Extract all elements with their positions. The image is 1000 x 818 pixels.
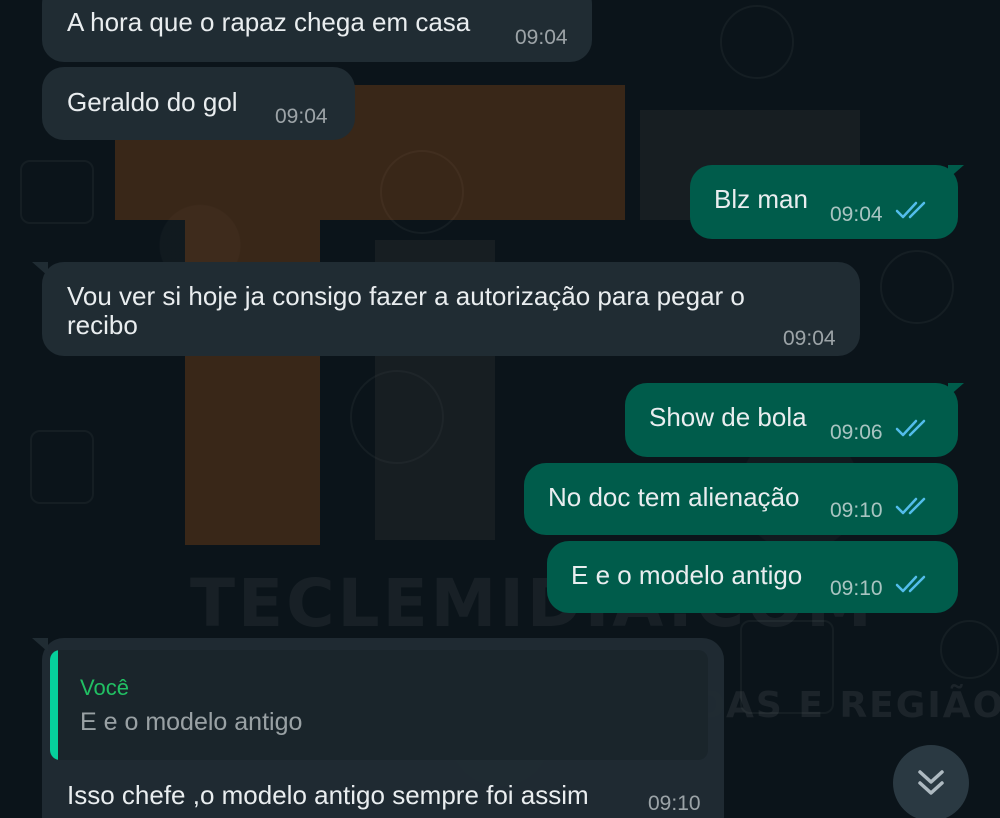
bubble-tail — [32, 262, 48, 276]
scroll-to-bottom-button[interactable] — [893, 745, 969, 818]
doodle — [880, 250, 954, 324]
message-time: 09:06 — [830, 421, 883, 444]
quote-bar — [50, 650, 58, 760]
message-time: 09:10 — [830, 499, 883, 522]
message-time: 09:04 — [830, 203, 883, 226]
message-time: 09:04 — [783, 327, 836, 350]
incoming-message[interactable]: Geraldo do gol 09:04 — [42, 67, 355, 140]
message-text-line-2: recibo — [67, 310, 138, 340]
double-check-icon — [895, 419, 926, 437]
double-chevron-down-icon — [918, 770, 944, 795]
double-check-icon — [895, 201, 926, 219]
message-text: Show de bola — [649, 402, 807, 432]
message-time: 09:10 — [648, 792, 701, 815]
doodle — [720, 5, 794, 79]
outgoing-message[interactable]: No doc tem alienação 09:10 — [524, 463, 958, 535]
doodle — [30, 430, 94, 504]
doodle — [20, 160, 94, 224]
message-time: 09:10 — [830, 577, 883, 600]
double-check-icon — [895, 575, 926, 593]
doodle — [940, 620, 999, 679]
message-text: A hora que o rapaz chega em casa — [67, 7, 471, 37]
quote-author: Você — [80, 675, 129, 700]
outgoing-message[interactable]: E e o modelo antigo 09:10 — [547, 541, 958, 613]
bubble-tail — [32, 638, 48, 652]
outgoing-message[interactable]: Blz man 09:04 — [690, 165, 964, 239]
bubble-tail — [948, 165, 964, 179]
outgoing-message[interactable]: Show de bola 09:06 — [625, 383, 964, 457]
incoming-message[interactable]: A hora que o rapaz chega em casa 09:04 — [42, 0, 592, 62]
incoming-message[interactable]: Vou ver si hoje ja consigo fazer a autor… — [32, 262, 860, 356]
bubble-tail — [948, 383, 964, 397]
message-text: Isso chefe ,o modelo antigo sempre foi a… — [67, 780, 589, 810]
quote-text: E e o modelo antigo — [80, 708, 303, 736]
quoted-message[interactable]: Você E e o modelo antigo — [50, 650, 708, 760]
chat-area[interactable]: TECLEMIDIA.COM NOTÍCIAS DE SETE LAGOAS E… — [0, 0, 1000, 818]
message-time: 09:04 — [515, 26, 568, 49]
message-time: 09:04 — [275, 105, 328, 128]
message-text: Blz man — [714, 184, 808, 214]
message-text: Geraldo do gol — [67, 87, 238, 117]
double-check-icon — [895, 497, 926, 515]
message-text-line-1: Vou ver si hoje ja consigo fazer a autor… — [67, 281, 745, 311]
message-text: No doc tem alienação — [548, 482, 800, 512]
message-text: E e o modelo antigo — [571, 560, 803, 590]
